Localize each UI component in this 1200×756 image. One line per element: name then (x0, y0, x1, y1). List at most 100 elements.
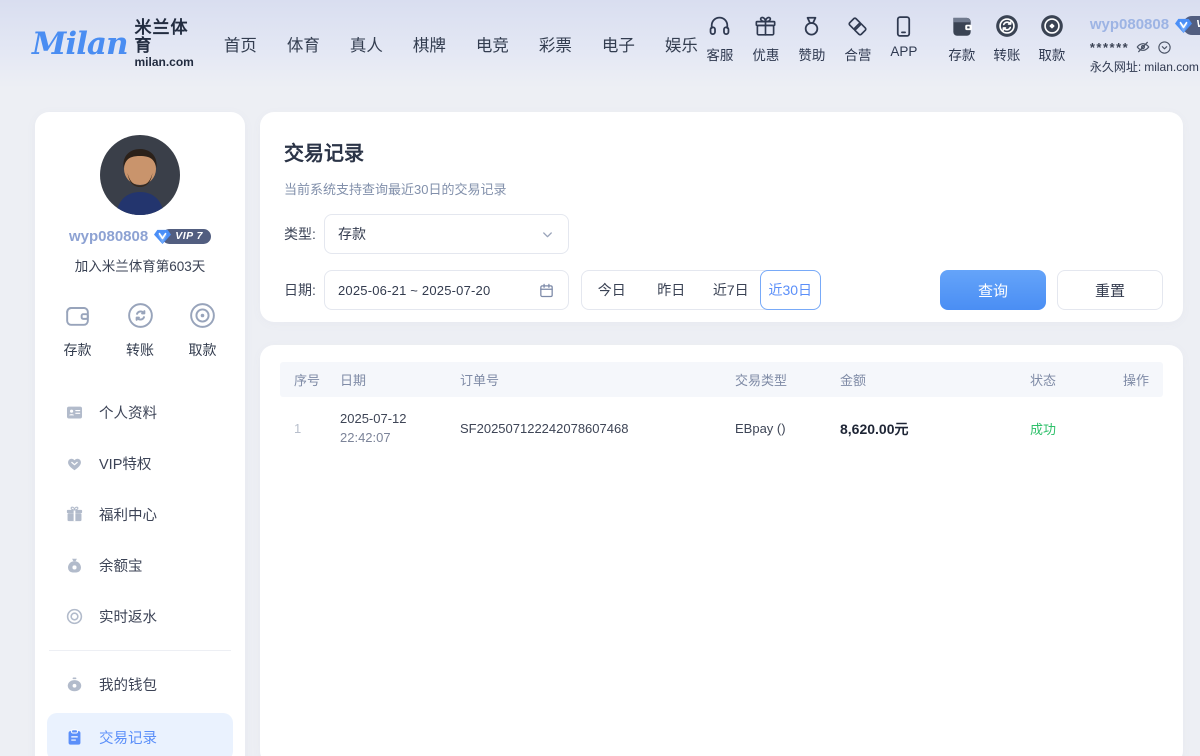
vip-badge: VIP 7 (1174, 17, 1200, 33)
deposit-button[interactable]: 存款 (940, 12, 984, 64)
nav-home[interactable]: 首页 (224, 32, 257, 56)
gift-icon (753, 12, 778, 39)
sidebar-item-label: 个人资料 (99, 402, 157, 423)
row-type: EBpay () (735, 421, 840, 436)
service-label: 客服 (706, 44, 733, 64)
nav-chess[interactable]: 棋牌 (413, 32, 446, 56)
permanent-url-value: milan.com (1144, 58, 1199, 76)
calendar-icon (538, 282, 555, 299)
sponsor-label: 赞助 (798, 44, 825, 64)
sidebar-item-transactions[interactable]: 交易记录 (47, 713, 233, 756)
id-card-icon (65, 403, 84, 422)
col-date: 日期 (340, 370, 460, 389)
promo-button[interactable]: 优惠 (744, 12, 788, 64)
main-nav: 首页 体育 真人 棋牌 电竞 彩票 电子 娱乐 (224, 32, 698, 56)
service-button[interactable]: 客服 (698, 12, 742, 64)
col-order-no: 订单号 (460, 370, 735, 389)
vip-diamond-icon (153, 228, 172, 245)
row-order-no: SF202507122242078607468 (460, 421, 735, 436)
chevron-down-icon (540, 227, 555, 242)
brand-logo[interactable]: Milan 米兰体育 milan.com (32, 19, 194, 70)
col-action: 操作 (1105, 370, 1149, 389)
range-7days-button[interactable]: 近7日 (701, 271, 761, 309)
rebate-icon (65, 607, 84, 626)
date-label: 日期: (284, 280, 324, 300)
deposit-label: 存款 (948, 44, 975, 64)
sidebar-item-welfare[interactable]: 福利中心 (35, 489, 245, 540)
nav-sports[interactable]: 体育 (287, 32, 320, 56)
user-info: wyp080808 VIP 7 ****** (1090, 12, 1200, 76)
filter-card: 交易记录 当前系统支持查询最近30日的交易记录 类型: 存款 日期: 2025-… (260, 112, 1183, 322)
type-select[interactable]: 存款 (324, 214, 569, 254)
transfer-quick-button[interactable]: 转账 (125, 300, 156, 360)
type-filter-row: 类型: 存款 (284, 214, 1163, 254)
wallet-icon (65, 675, 84, 694)
sidebar-item-wallet[interactable]: 我的钱包 (35, 659, 245, 710)
nav-esports[interactable]: 电竞 (476, 32, 509, 56)
logo-domain: milan.com (135, 56, 194, 69)
sidebar-item-vip[interactable]: VIP特权 (35, 438, 245, 489)
date-range-input[interactable]: 2025-06-21 ~ 2025-07-20 (324, 270, 569, 310)
sponsor-button[interactable]: 赞助 (790, 12, 834, 64)
nav-live[interactable]: 真人 (350, 32, 383, 56)
quick-range-group: 今日 昨日 近7日 近30日 (581, 270, 821, 310)
money-bag-icon (65, 556, 84, 575)
profile-avatar[interactable] (100, 135, 180, 215)
page-subtitle: 当前系统支持查询最近30日的交易记录 (284, 179, 1163, 198)
affiliate-button[interactable]: 合营 (836, 12, 880, 64)
range-today-button[interactable]: 今日 (582, 271, 642, 309)
promo-label: 优惠 (752, 44, 779, 64)
wallet-icon (949, 12, 975, 39)
username[interactable]: wyp080808 (1090, 14, 1169, 37)
withdraw-quick-label: 取款 (189, 340, 217, 360)
nav-entertainment[interactable]: 娱乐 (665, 32, 698, 56)
nav-slots[interactable]: 电子 (602, 32, 635, 56)
range-yesterday-button[interactable]: 昨日 (642, 271, 702, 309)
withdraw-quick-button[interactable]: 取款 (187, 300, 218, 360)
table-row: 1 2025-07-12 22:42:07 SF2025071222420786… (280, 397, 1163, 461)
sidebar: wyp080808 VIP 7 加入米兰体育第603天 (35, 112, 245, 756)
transfer-icon (125, 300, 156, 331)
col-seq: 序号 (294, 370, 340, 389)
col-status: 状态 (1030, 370, 1105, 389)
avatar-image (100, 135, 180, 215)
row-date: 2025-07-12 (340, 410, 460, 429)
sidebar-item-label: 余额宝 (99, 555, 143, 576)
transfer-label: 转账 (993, 44, 1020, 64)
profile-username: wyp080808 (69, 228, 148, 245)
withdraw-button[interactable]: 取款 (1030, 12, 1074, 64)
sidebar-item-rebate[interactable]: 实时返水 (35, 591, 245, 642)
reset-button[interactable]: 重置 (1057, 270, 1163, 310)
type-label: 类型: (284, 224, 324, 244)
deposit-quick-button[interactable]: 存款 (62, 300, 93, 360)
search-button[interactable]: 查询 (940, 270, 1046, 310)
date-range-value: 2025-06-21 ~ 2025-07-20 (338, 283, 538, 298)
transfer-button[interactable]: 转账 (985, 12, 1029, 64)
app-label: APP (890, 44, 917, 59)
withdraw-label: 取款 (1038, 44, 1065, 64)
app-button[interactable]: APP (882, 12, 926, 64)
chevron-circle-icon[interactable] (1157, 40, 1172, 55)
deposit-quick-label: 存款 (64, 340, 92, 360)
eye-off-icon[interactable] (1135, 39, 1151, 55)
gift-icon (65, 505, 84, 524)
handshake-icon (845, 12, 870, 39)
records-icon (65, 728, 84, 747)
sidebar-item-profile[interactable]: 个人资料 (35, 387, 245, 438)
table-header: 序号 日期 订单号 交易类型 金额 状态 操作 (280, 362, 1163, 397)
range-30days-button[interactable]: 近30日 (760, 270, 822, 310)
sidebar-item-label: 实时返水 (99, 606, 157, 627)
sidebar-item-label: 交易记录 (99, 727, 157, 748)
logo-script-text: Milan (32, 29, 128, 60)
nav-lottery[interactable]: 彩票 (539, 32, 572, 56)
col-type: 交易类型 (735, 370, 840, 389)
sidebar-item-yuebao[interactable]: 余额宝 (35, 540, 245, 591)
logo-title: 米兰体育 (135, 19, 194, 56)
wallet-quick-actions: 存款 转账 (35, 300, 245, 360)
phone-icon (891, 12, 916, 39)
page: Milan 米兰体育 milan.com 首页 体育 真人 棋牌 电竞 彩票 电… (0, 0, 1200, 756)
masked-balance: ****** (1090, 38, 1129, 58)
date-filter-row: 日期: 2025-06-21 ~ 2025-07-20 今日 昨日 近7日 近3… (284, 270, 1163, 310)
wallet-icon (62, 300, 93, 331)
sidebar-menu: 个人资料 VIP特权 (35, 387, 245, 756)
